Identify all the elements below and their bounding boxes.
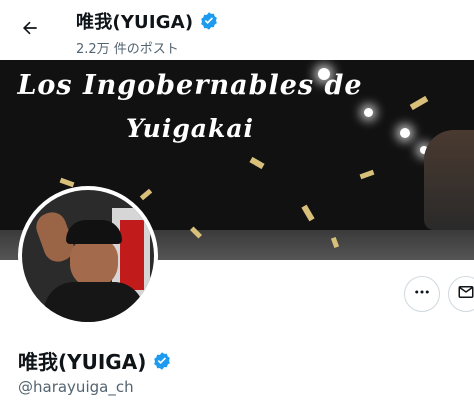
confetti	[359, 169, 375, 180]
confetti	[139, 188, 153, 201]
profile-header-bar: 唯我(YUIGA) 2.2万 件のポスト	[0, 0, 474, 60]
avatar[interactable]	[18, 186, 158, 326]
back-button[interactable]	[14, 14, 46, 46]
profile-handle: @harayuiga_ch	[18, 378, 134, 396]
avatar-body	[44, 282, 144, 322]
confetti	[409, 95, 429, 111]
spotlight	[400, 128, 410, 138]
spotlight	[318, 68, 330, 80]
verified-badge-icon	[199, 11, 219, 31]
header-display-name: 唯我(YUIGA)	[76, 12, 194, 33]
profile-display-name: 唯我(YUIGA)	[18, 350, 147, 374]
more-options-button[interactable]	[404, 276, 440, 312]
banner-title-line2: Yuigakai	[125, 114, 255, 143]
more-horizontal-icon	[413, 283, 431, 305]
confetti	[249, 156, 265, 170]
spotlight	[364, 108, 373, 117]
avatar-face	[70, 238, 118, 288]
post-count: 2.2万 件のポスト	[76, 42, 179, 57]
confetti	[59, 177, 75, 188]
profile-name-row: 唯我(YUIGA)	[18, 346, 172, 375]
verified-badge-icon[interactable]	[152, 351, 172, 371]
avatar-poster-red	[120, 220, 144, 290]
banner-wrestler-figure	[424, 130, 474, 230]
confetti	[301, 204, 315, 222]
envelope-icon	[457, 283, 474, 305]
arrow-left-icon	[20, 18, 40, 42]
avatar-cap	[66, 220, 122, 244]
message-button[interactable]	[448, 276, 474, 312]
header-name-row: 唯我(YUIGA)	[76, 8, 219, 34]
